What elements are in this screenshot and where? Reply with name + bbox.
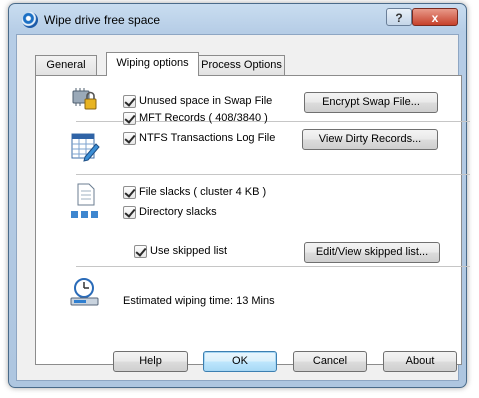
- table-pen-icon: [71, 133, 100, 162]
- section-divider: [76, 266, 470, 267]
- swap-file-label: Unused space in Swap File: [139, 95, 273, 107]
- edit-skipped-list-button[interactable]: Edit/View skipped list...: [304, 242, 440, 263]
- cancel-button[interactable]: Cancel: [293, 351, 367, 372]
- tab-process-options[interactable]: Process Options: [198, 55, 285, 75]
- estimated-time-text: Estimated wiping time: 13 Mins: [123, 295, 275, 307]
- directory-slacks-label: Directory slacks: [139, 206, 217, 218]
- section-divider: [76, 174, 470, 175]
- dialog-client-area: General Wiping options Process Options U…: [16, 34, 470, 381]
- skipped-list-label: Use skipped list: [150, 245, 228, 257]
- close-button[interactable]: x: [412, 8, 458, 26]
- directory-slacks-checkbox[interactable]: [123, 206, 136, 219]
- wiping-options-panel: Unused space in Swap File Encrypt Swap F…: [35, 75, 470, 365]
- view-dirty-records-button[interactable]: View Dirty Records...: [302, 129, 438, 150]
- app-disk-icon: [22, 12, 38, 28]
- window-title: Wipe drive free space: [44, 13, 161, 27]
- swap-file-checkbox[interactable]: [123, 95, 136, 108]
- encrypt-swap-button[interactable]: Encrypt Swap File...: [304, 92, 438, 113]
- file-slacks-label: File slacks ( cluster 4 KB ): [139, 186, 267, 198]
- mft-records-label: MFT Records ( 408/3840 ): [139, 112, 268, 124]
- ntfs-log-checkbox[interactable]: [123, 132, 136, 145]
- clock-drive-icon: [70, 278, 99, 306]
- ok-button[interactable]: OK: [203, 351, 277, 372]
- about-button[interactable]: About: [383, 351, 457, 372]
- title-help-button[interactable]: ?: [386, 8, 412, 26]
- mft-records-checkbox[interactable]: [123, 112, 136, 125]
- chip-lock-icon: [72, 88, 97, 110]
- tab-wiping-options[interactable]: Wiping options: [106, 52, 199, 76]
- ntfs-log-label: NTFS Transactions Log File: [139, 132, 276, 144]
- file-slacks-checkbox[interactable]: [123, 186, 136, 199]
- dialog-window: Wipe drive free space ? x General Wiping…: [8, 3, 470, 388]
- document-blocks-icon: [71, 183, 98, 218]
- help-button[interactable]: Help: [113, 351, 188, 372]
- tab-general[interactable]: General: [35, 55, 97, 75]
- title-bar[interactable]: Wipe drive free space ? x: [9, 4, 466, 34]
- skipped-list-checkbox[interactable]: [134, 245, 147, 258]
